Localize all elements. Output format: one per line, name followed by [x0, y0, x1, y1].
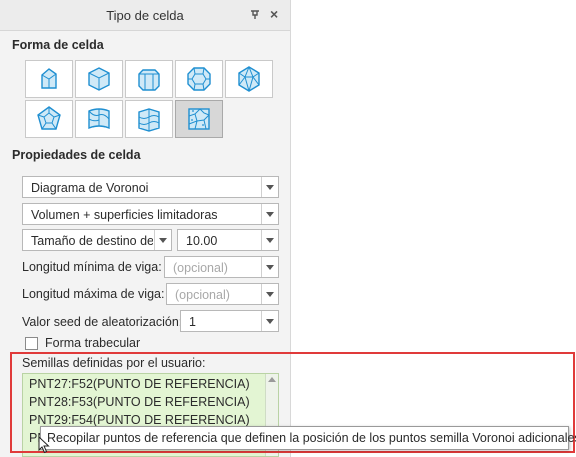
cube-iso-cell-icon[interactable]	[75, 60, 123, 98]
seed-value: 1	[189, 315, 196, 329]
tooltip: Recopilar puntos de referencia que defin…	[40, 426, 576, 450]
chevron-down-icon	[154, 230, 171, 250]
panel-title: Tipo de celda	[106, 8, 184, 23]
trabecular-label: Forma trabecular	[45, 336, 141, 350]
cube-cell-icon[interactable]	[25, 60, 73, 98]
size-type-value: Tamaño de destino de la	[31, 234, 153, 248]
size-value: 10.00	[186, 234, 218, 248]
panel-titlebar: Tipo de celda ×	[0, 0, 290, 31]
dodecahedron-cell-icon[interactable]	[25, 100, 73, 138]
bent-prism-cell-icon[interactable]	[125, 100, 173, 138]
hex-prism-cell-icon[interactable]	[125, 60, 173, 98]
mouse-cursor-icon	[38, 435, 50, 457]
chevron-down-icon	[261, 257, 278, 277]
tooltip-text: Recopilar puntos de referencia que defin…	[47, 431, 576, 445]
chevron-down-icon	[261, 284, 278, 304]
seed-field[interactable]: 1	[180, 310, 279, 332]
max-beam-field[interactable]: (opcional)	[166, 283, 279, 305]
min-beam-placeholder: (opcional)	[173, 261, 228, 275]
chevron-down-icon	[261, 230, 278, 250]
cell-type-dropdown[interactable]: Diagrama de Voronoi	[22, 176, 279, 198]
cell-type-value: Diagrama de Voronoi	[31, 181, 149, 195]
chevron-down-icon	[261, 311, 278, 331]
max-beam-label: Longitud máxima de viga:	[22, 287, 165, 301]
size-type-dropdown[interactable]: Tamaño de destino de la	[22, 229, 172, 251]
seed-label: Valor seed de aleatorización:	[22, 315, 183, 329]
chevron-down-icon	[261, 204, 278, 224]
voronoi-cell-icon[interactable]	[175, 100, 223, 138]
min-beam-label: Longitud mínima de viga:	[22, 260, 162, 274]
trabecular-checkbox[interactable]	[25, 337, 38, 350]
cell-shape-heading: Forma de celda	[12, 38, 104, 52]
cell-mode-dropdown[interactable]: Volumen + superficies limitadoras	[22, 203, 279, 225]
size-value-field[interactable]: 10.00	[177, 229, 279, 251]
max-beam-placeholder: (opcional)	[175, 288, 230, 302]
pin-icon[interactable]	[249, 8, 261, 23]
twisted-cell-icon[interactable]	[75, 100, 123, 138]
cell-mode-value: Volumen + superficies limitadoras	[31, 208, 218, 222]
close-icon[interactable]: ×	[270, 6, 278, 22]
min-beam-field[interactable]: (opcional)	[164, 256, 279, 278]
truncated-octahedron-cell-icon[interactable]	[175, 60, 223, 98]
cell-properties-heading: Propiedades de celda	[12, 148, 141, 162]
chevron-down-icon	[261, 177, 278, 197]
rhombic-dodecahedron-cell-icon[interactable]	[225, 60, 273, 98]
